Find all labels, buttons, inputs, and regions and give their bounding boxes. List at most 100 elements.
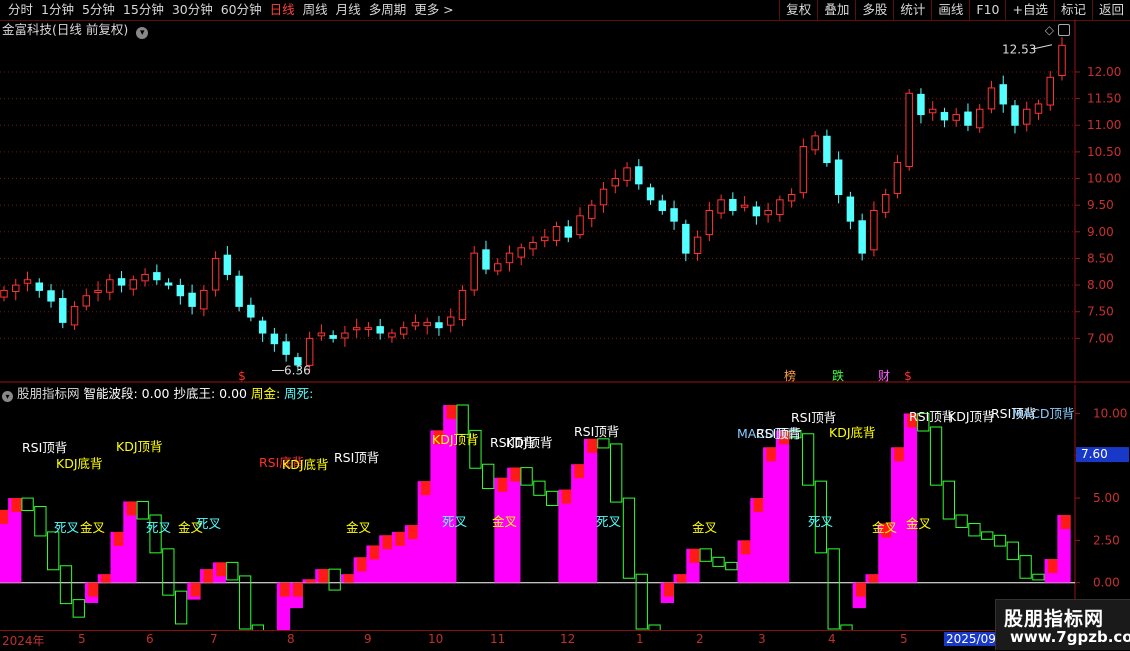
candle-body xyxy=(928,108,937,114)
candle-body xyxy=(740,204,749,208)
tool-button-1[interactable]: 叠加 xyxy=(817,0,855,20)
diamond-icon[interactable]: ◇ xyxy=(1045,23,1054,37)
period-tab-4[interactable]: 30分钟 xyxy=(168,2,217,18)
wave-bar-edge xyxy=(420,481,431,496)
candle-body xyxy=(999,84,1007,105)
cross-label-4: 死叉 xyxy=(442,514,468,529)
signal-label-15: KDJ顶背 xyxy=(948,409,995,424)
period-tab-6[interactable]: 日线 xyxy=(266,2,299,18)
wave-step-falling xyxy=(993,534,1007,547)
wave-bar xyxy=(571,464,585,583)
candle-body xyxy=(682,223,690,254)
tool-button-3[interactable]: 统计 xyxy=(893,0,931,20)
wave-step-falling xyxy=(238,575,252,630)
wave-bar xyxy=(903,413,918,583)
candle-body xyxy=(317,332,326,337)
candle-body xyxy=(541,236,549,242)
panel-toggle-icon[interactable] xyxy=(1058,24,1070,36)
indicator-chart[interactable]: 10.007.505.002.500.007.60RSI顶背KDJ底背KDJ顶背… xyxy=(0,385,1130,651)
date-axis: 2024年 5 6 7 8 9 10 11 12 1 2 3 4 5 2025/09 xyxy=(0,630,1130,651)
wave-bar-edge xyxy=(305,579,316,583)
date-tick-12: 4 xyxy=(828,632,836,646)
wave-bar xyxy=(583,438,598,583)
indicator-field-1: 抄底王: 0.00 xyxy=(169,386,248,401)
candlestick-chart[interactable]: 12.00 11.50 11.00 10.50 10.00 9.50 9.00 8.50 8.0… xyxy=(0,20,1130,383)
candle-body xyxy=(881,194,890,213)
candle-body xyxy=(987,87,996,110)
date-tick-1: 5 xyxy=(78,632,86,646)
tool-button-7[interactable]: 标记 xyxy=(1053,0,1092,20)
period-tab-10[interactable]: 更多 > xyxy=(410,2,457,18)
wave-step-falling xyxy=(34,506,47,537)
ind-tick-label: 0.00 xyxy=(1093,576,1120,590)
tool-tabs: 复权 叠加 多股 统计 画线 F10 +自选 标记 返回 xyxy=(779,0,1130,20)
wave-bar-edge xyxy=(356,557,367,572)
indicator-field-2: 周金: xyxy=(247,386,281,401)
cross-label-1: 金叉 xyxy=(80,520,106,535)
candle-body xyxy=(458,289,467,321)
period-tab-8[interactable]: 月线 xyxy=(332,2,365,18)
wave-bar-edge xyxy=(382,535,393,550)
wave-step-falling xyxy=(533,480,546,496)
candle-body xyxy=(59,298,67,323)
price-tick-label: 8.50 xyxy=(1087,251,1114,265)
period-tab-9[interactable]: 多周期 xyxy=(365,2,411,18)
wave-bar-edge xyxy=(587,438,598,453)
tool-button-8[interactable]: 返回 xyxy=(1091,0,1130,20)
tool-button-5[interactable]: F10 xyxy=(969,0,1005,20)
indicator-field-3: 周死: xyxy=(280,386,314,401)
candle-body xyxy=(717,199,725,214)
candle-body xyxy=(411,321,420,327)
tool-button-2[interactable]: 多股 xyxy=(855,0,893,20)
tool-button-6[interactable]: +自选 xyxy=(1005,0,1053,20)
indicator-fields: 智能波段: 0.00 抄底王: 0.00 周金: 周死: xyxy=(83,386,313,401)
chevron-down-icon[interactable]: ▾ xyxy=(136,27,149,39)
wave-bar-edge xyxy=(446,405,457,419)
wave-step-falling xyxy=(162,548,175,596)
period-tab-0[interactable]: 分时 xyxy=(4,2,37,18)
signal-label-6: KDJ顶背 xyxy=(432,432,479,447)
candle-body xyxy=(141,273,149,282)
wave-step-falling xyxy=(456,404,469,435)
wave-bar-edge xyxy=(408,525,419,540)
price-panel[interactable]: 12.00 11.50 11.00 10.50 10.00 9.50 9.00 8.50 8.0… xyxy=(0,20,1130,383)
wave-step-falling xyxy=(610,443,623,503)
period-tab-7[interactable]: 周线 xyxy=(299,2,332,18)
period-tab-2[interactable]: 5分钟 xyxy=(78,2,119,18)
wave-bar-edge xyxy=(88,582,99,597)
settings-circle-icon[interactable]: ▾ xyxy=(2,391,13,402)
wave-bar-edge xyxy=(203,569,214,583)
candle-body xyxy=(1046,76,1054,106)
cross-label-0: 死叉 xyxy=(54,520,80,535)
period-tab-5[interactable]: 60分钟 xyxy=(217,2,266,18)
candle-body xyxy=(70,305,79,326)
candle-body xyxy=(787,194,796,202)
wave-step-falling xyxy=(59,565,73,605)
candle-body xyxy=(176,284,185,297)
event-marker-3: 财 xyxy=(878,369,890,383)
candle-body xyxy=(23,279,32,284)
price-tick-label: 11.00 xyxy=(1087,118,1121,132)
date-tick-6: 10 xyxy=(428,632,444,646)
candle-body xyxy=(588,204,596,219)
candle-body xyxy=(352,327,361,331)
tool-button-4[interactable]: 画线 xyxy=(931,0,969,20)
wave-step-falling xyxy=(929,426,943,486)
candle-body xyxy=(952,114,960,121)
period-tab-3[interactable]: 15分钟 xyxy=(119,2,168,18)
cross-label-8: 金叉 xyxy=(692,520,718,535)
candle-body xyxy=(552,225,561,241)
price-tick-label: 8.00 xyxy=(1087,278,1114,292)
wave-step-falling xyxy=(47,531,60,571)
indicator-panel[interactable]: 10.007.505.002.500.007.60RSI顶背KDJ底背KDJ顶背… xyxy=(0,385,1130,651)
wave-step-falling xyxy=(1032,573,1045,581)
candle-body xyxy=(153,272,161,281)
signal-label-8: KDJ顶背 xyxy=(506,435,553,450)
price-tick-label: 11.50 xyxy=(1087,92,1121,106)
candle-body xyxy=(905,92,913,168)
period-tab-1[interactable]: 1分钟 xyxy=(37,2,78,18)
wave-bar-edge xyxy=(855,582,866,597)
low-price-label: 6.36 xyxy=(284,363,311,377)
wave-bar-edge xyxy=(894,447,905,462)
tool-button-0[interactable]: 复权 xyxy=(779,0,817,20)
